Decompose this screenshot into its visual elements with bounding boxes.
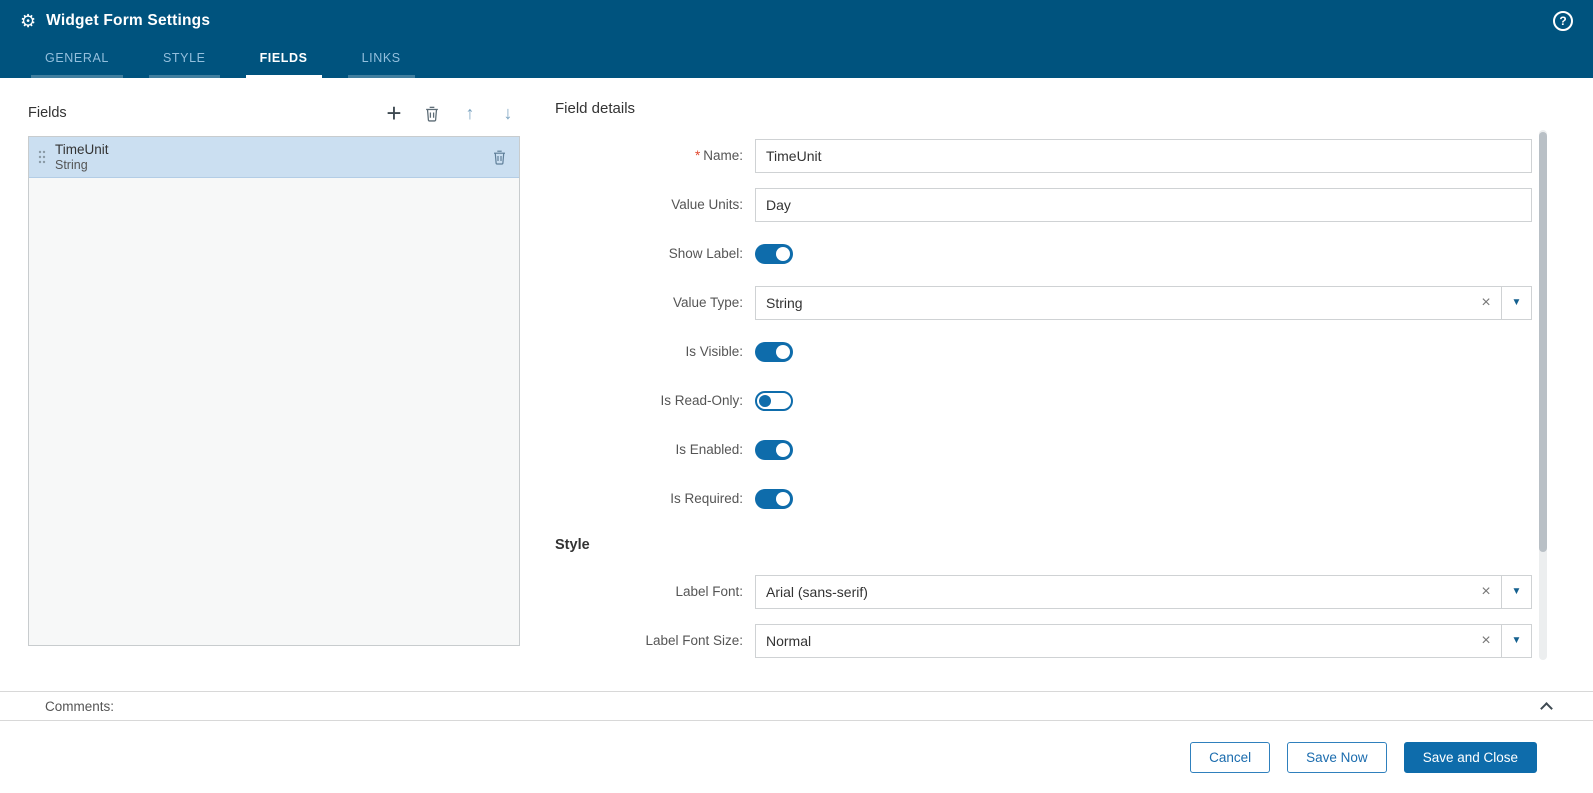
style-section-heading: Style xyxy=(555,537,590,553)
clear-icon[interactable]: × xyxy=(1471,583,1501,601)
row-is-visible: Is Visible: xyxy=(555,327,1532,376)
save-and-close-button[interactable]: Save and Close xyxy=(1403,742,1537,773)
tab-style[interactable]: STYLE xyxy=(148,41,220,78)
is-enabled-label: Is Enabled: xyxy=(675,442,743,457)
tab-general[interactable]: GENERAL xyxy=(31,41,123,78)
value-type-label: Value Type: xyxy=(672,295,743,310)
value-units-label: Value Units: xyxy=(671,197,743,212)
comments-label: Comments: xyxy=(45,698,115,714)
details-title: Field details xyxy=(555,100,636,117)
tab-links[interactable]: LINKS xyxy=(347,41,415,78)
is-read-only-toggle[interactable] xyxy=(755,390,793,411)
name-label: Name: xyxy=(703,148,743,163)
scrollbar-thumb[interactable] xyxy=(1539,132,1547,552)
row-name: * Name: xyxy=(555,131,1532,180)
field-item-name: TimeUnit xyxy=(55,141,109,157)
move-down-icon[interactable]: ↓ xyxy=(496,101,520,125)
is-read-only-label: Is Read-Only: xyxy=(660,393,743,408)
fields-panel: Fields + ↑ ↓ TimeUnit String xyxy=(28,100,520,646)
row-is-enabled: Is Enabled: xyxy=(555,425,1532,474)
delete-field-icon[interactable] xyxy=(420,101,444,125)
fields-toolbar: + ↑ ↓ xyxy=(382,100,520,126)
label-font-size-combobox[interactable]: Normal × ▼ xyxy=(755,623,1532,658)
value-type-combobox[interactable]: String × ▼ xyxy=(755,285,1532,320)
help-glyph: ? xyxy=(1559,13,1567,28)
gear-icon: ⚙ xyxy=(20,10,37,31)
is-required-label: Is Required: xyxy=(670,491,743,506)
name-input[interactable] xyxy=(755,138,1532,173)
move-up-icon[interactable]: ↑ xyxy=(458,101,482,125)
is-enabled-toggle[interactable] xyxy=(755,439,793,460)
clear-icon[interactable]: × xyxy=(1471,632,1501,650)
page-title: Widget Form Settings xyxy=(46,11,211,29)
is-visible-toggle[interactable] xyxy=(755,341,793,362)
trash-icon xyxy=(426,106,438,122)
row-is-read-only: Is Read-Only: xyxy=(555,376,1532,425)
field-item-type: String xyxy=(55,157,88,172)
row-value-type: Value Type: String × ▼ xyxy=(555,278,1532,327)
save-now-button[interactable]: Save Now xyxy=(1287,742,1387,773)
label-font-combobox[interactable]: Arial (sans-serif) × ▼ xyxy=(755,574,1532,609)
show-label-toggle[interactable] xyxy=(755,243,793,264)
label-font-label: Label Font: xyxy=(675,584,743,599)
help-icon[interactable]: ? xyxy=(1553,10,1573,31)
fields-list: TimeUnit String xyxy=(28,136,520,646)
row-show-label: Show Label: xyxy=(555,229,1532,278)
chevron-down-icon[interactable]: ▼ xyxy=(1501,575,1531,608)
clear-icon[interactable]: × xyxy=(1471,294,1501,312)
drag-handle-icon[interactable] xyxy=(35,149,49,165)
vertical-scrollbar[interactable] xyxy=(1539,130,1547,660)
chevron-down-icon[interactable]: ▼ xyxy=(1501,286,1531,319)
item-delete-icon[interactable] xyxy=(492,149,507,165)
label-font-value: Arial (sans-serif) xyxy=(766,583,868,600)
required-marker: * xyxy=(694,148,701,163)
label-font-size-value: Normal xyxy=(766,632,812,649)
fields-panel-title: Fields xyxy=(28,105,67,121)
add-field-icon[interactable]: + xyxy=(382,100,406,126)
tab-fields[interactable]: FIELDS xyxy=(245,41,322,78)
bottom-bar: Comments: Cancel Save Now Save and Close xyxy=(0,691,1593,793)
row-label-font-size: Label Font Size: Normal × ▼ xyxy=(555,616,1532,660)
is-visible-label: Is Visible: xyxy=(685,344,743,359)
list-item[interactable]: TimeUnit String xyxy=(29,137,519,178)
chevron-down-icon[interactable]: ▼ xyxy=(1501,624,1531,657)
value-units-input[interactable] xyxy=(755,187,1532,222)
is-required-toggle[interactable] xyxy=(755,488,793,509)
field-details-panel: Field details *Name: Value Units: Show L… xyxy=(555,100,1532,660)
value-type-value: String xyxy=(766,294,803,311)
footer-actions: Cancel Save Now Save and Close xyxy=(0,721,1593,773)
chevron-up-icon[interactable] xyxy=(1540,701,1553,715)
tab-bar: GENERAL STYLE FIELDS LINKS xyxy=(0,41,1593,78)
show-label-label: Show Label: xyxy=(668,246,743,261)
comments-section[interactable]: Comments: xyxy=(0,691,1593,721)
label-font-size-label: Label Font Size: xyxy=(645,633,743,648)
row-is-required: Is Required: xyxy=(555,474,1532,523)
cancel-button[interactable]: Cancel xyxy=(1190,742,1271,773)
row-value-units: Value Units: xyxy=(555,180,1532,229)
dialog-header: ⚙ Widget Form Settings ? GENERAL STYLE F… xyxy=(0,0,1593,78)
row-label-font: Label Font: Arial (sans-serif) × ▼ xyxy=(555,567,1532,616)
trash-icon xyxy=(494,150,505,165)
